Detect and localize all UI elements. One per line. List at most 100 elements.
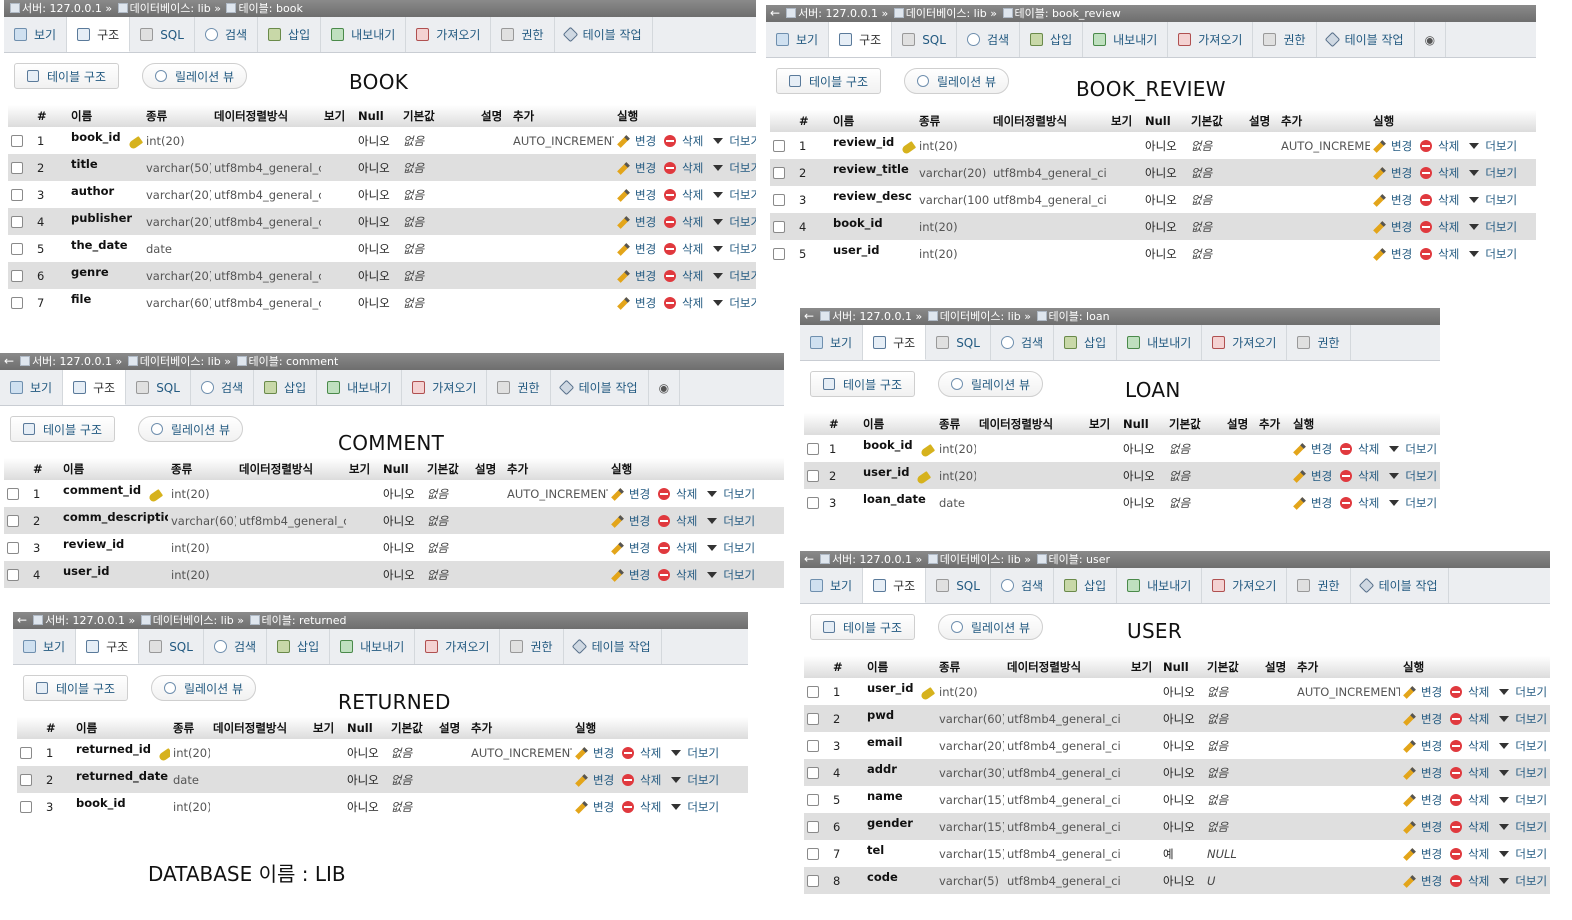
column-header[interactable]: 설명 [1246, 110, 1278, 132]
column-header[interactable]: 이름 [860, 413, 936, 435]
change-link[interactable]: 변경 [593, 800, 614, 814]
relation-view-button[interactable]: 릴레이션 뷰 [138, 416, 244, 442]
dropdown-triangle-icon[interactable] [1469, 143, 1480, 149]
more-link[interactable]: 더보기 [723, 514, 755, 528]
change-link[interactable]: 변경 [635, 296, 656, 310]
more-link[interactable]: 더보기 [729, 269, 756, 283]
more-link[interactable]: 더보기 [1485, 220, 1517, 234]
delete-link[interactable]: 삭제 [1468, 712, 1489, 726]
column-header[interactable]: 데이터정렬방식 [990, 110, 1108, 132]
more-link[interactable]: 더보기 [729, 161, 756, 175]
tab-6[interactable]: 내보내기 [317, 370, 403, 405]
tab-4[interactable]: 검색 [191, 370, 255, 405]
column-header[interactable]: 데이터정렬방식 [211, 105, 321, 127]
tab-5[interactable]: 삽입 [267, 629, 331, 664]
tab-8[interactable]: 권한 [1287, 568, 1351, 603]
change-link[interactable]: 변경 [1421, 712, 1442, 726]
row-checkbox[interactable] [807, 497, 819, 509]
change-link[interactable]: 변경 [1421, 847, 1442, 861]
tab-7[interactable]: 가져오기 [1202, 325, 1288, 360]
delete-link[interactable]: 삭제 [1358, 442, 1379, 456]
delete-icon[interactable] [622, 774, 635, 786]
pencil-icon[interactable] [611, 514, 624, 528]
tab-9[interactable]: 테이블 작업 [564, 629, 662, 664]
delete-link[interactable]: 삭제 [682, 242, 703, 256]
change-link[interactable]: 변경 [1421, 685, 1442, 699]
column-header[interactable]: 이름 [60, 458, 168, 480]
tab-more[interactable]: ◉ [649, 370, 681, 405]
breadcrumb-database[interactable]: 데이터베이스: lib [140, 355, 221, 368]
dropdown-triangle-icon[interactable] [707, 491, 718, 497]
row-checkbox[interactable] [807, 686, 819, 698]
more-link[interactable]: 더보기 [1515, 820, 1547, 834]
pencil-icon[interactable] [611, 568, 624, 582]
dropdown-triangle-icon[interactable] [1499, 878, 1510, 884]
delete-link[interactable]: 삭제 [1438, 220, 1459, 234]
change-link[interactable]: 변경 [1391, 166, 1412, 180]
delete-link[interactable]: 삭제 [1468, 820, 1489, 834]
tab-9[interactable]: 테이블 작업 [1351, 568, 1449, 603]
tab-4[interactable]: 검색 [195, 17, 259, 52]
delete-icon[interactable] [658, 488, 671, 500]
tab-5[interactable]: 삽입 [1054, 325, 1118, 360]
row-checkbox[interactable] [11, 243, 23, 255]
pencil-icon[interactable] [575, 800, 588, 814]
change-link[interactable]: 변경 [635, 269, 656, 283]
dropdown-triangle-icon[interactable] [713, 300, 724, 306]
dropdown-triangle-icon[interactable] [671, 804, 682, 810]
delete-link[interactable]: 삭제 [682, 161, 703, 175]
tab-3[interactable]: SQL [139, 629, 204, 664]
dropdown-triangle-icon[interactable] [1389, 500, 1400, 506]
tab-4[interactable]: 검색 [991, 325, 1055, 360]
change-link[interactable]: 변경 [593, 746, 614, 760]
back-arrow-icon[interactable]: ← [804, 309, 814, 323]
pencil-icon[interactable] [1403, 712, 1416, 726]
dropdown-triangle-icon[interactable] [1469, 224, 1480, 230]
row-checkbox[interactable] [807, 470, 819, 482]
column-header[interactable]: 보기 [346, 458, 380, 480]
breadcrumb-server[interactable]: 서버: 127.0.0.1 [832, 310, 912, 323]
more-link[interactable]: 더보기 [723, 568, 755, 582]
more-link[interactable]: 더보기 [729, 242, 756, 256]
column-header[interactable]: 데이터정렬방식 [236, 458, 346, 480]
column-header[interactable]: # [830, 656, 864, 678]
table-structure-button[interactable]: 테이블 구조 [776, 68, 882, 94]
change-link[interactable]: 변경 [635, 242, 656, 256]
row-checkbox[interactable] [11, 189, 23, 201]
tab-8[interactable]: 권한 [1253, 22, 1317, 57]
row-checkbox[interactable] [807, 713, 819, 725]
change-link[interactable]: 변경 [1311, 442, 1332, 456]
row-checkbox[interactable] [807, 443, 819, 455]
row-checkbox[interactable] [807, 794, 819, 806]
column-header[interactable]: 추가 [504, 458, 608, 480]
tab-2[interactable]: 구조 [863, 568, 927, 603]
more-link[interactable]: 더보기 [1515, 712, 1547, 726]
table-structure-button[interactable]: 테이블 구조 [10, 416, 116, 442]
change-link[interactable]: 변경 [1421, 793, 1442, 807]
pencil-icon[interactable] [1373, 166, 1386, 180]
delete-link[interactable]: 삭제 [1438, 247, 1459, 261]
row-checkbox[interactable] [773, 167, 785, 179]
breadcrumb-table[interactable]: 테이블: user [1049, 553, 1111, 566]
change-link[interactable]: 변경 [1421, 766, 1442, 780]
row-checkbox[interactable] [773, 194, 785, 206]
column-header[interactable]: 기본값 [400, 105, 478, 127]
change-link[interactable]: 변경 [1421, 820, 1442, 834]
delete-link[interactable]: 삭제 [640, 746, 661, 760]
row-checkbox[interactable] [11, 297, 23, 309]
change-link[interactable]: 변경 [629, 541, 650, 555]
delete-icon[interactable] [1450, 740, 1463, 752]
breadcrumb-server[interactable]: 서버: 127.0.0.1 [45, 614, 125, 627]
pencil-icon[interactable] [611, 541, 624, 555]
pencil-icon[interactable] [1293, 496, 1306, 510]
dropdown-triangle-icon[interactable] [1499, 716, 1510, 722]
column-header[interactable]: 추가 [1294, 656, 1400, 678]
pencil-icon[interactable] [617, 215, 630, 229]
tab-1[interactable]: 보기 [800, 325, 864, 360]
delete-link[interactable]: 삭제 [640, 800, 661, 814]
delete-link[interactable]: 삭제 [1468, 847, 1489, 861]
column-header[interactable]: Null [1160, 656, 1204, 678]
pencil-icon[interactable] [611, 487, 624, 501]
more-link[interactable]: 더보기 [687, 746, 719, 760]
row-checkbox[interactable] [773, 140, 785, 152]
